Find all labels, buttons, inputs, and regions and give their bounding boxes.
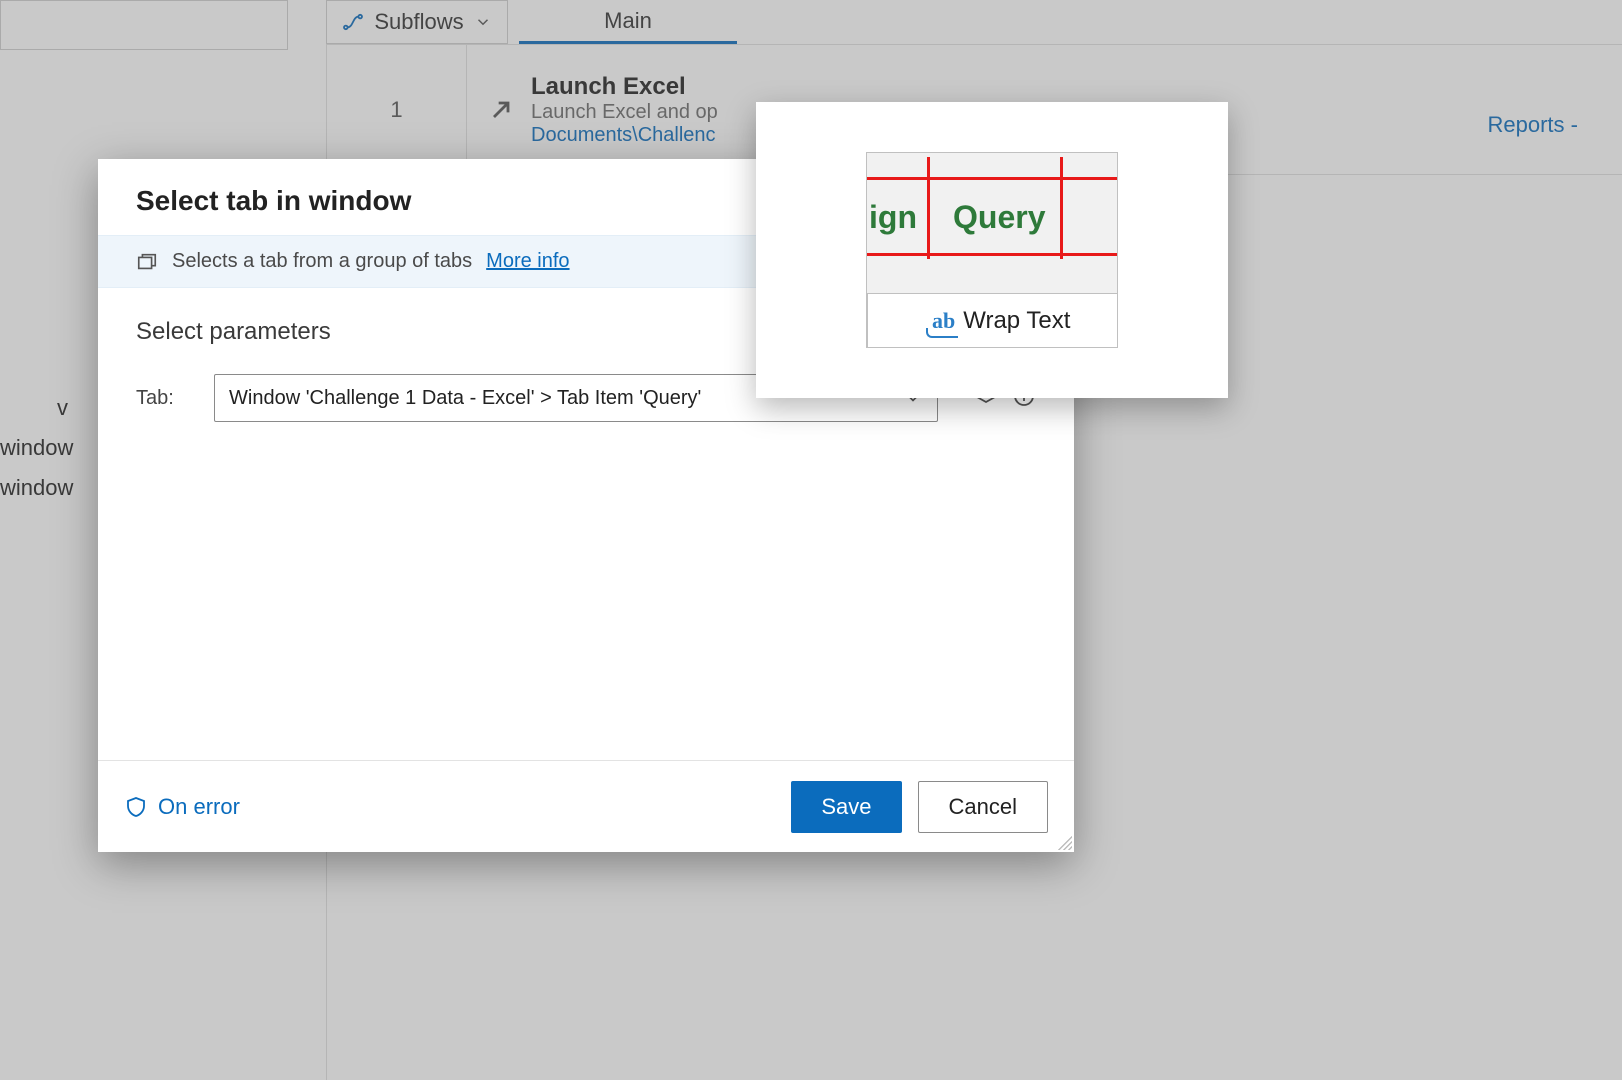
step-number: 1 bbox=[327, 45, 467, 174]
preview-text-fragment: ign bbox=[869, 199, 917, 236]
ui-element-preview-popover: ign Query ab Wrap Text bbox=[756, 102, 1228, 398]
preview-wrap-text-row: ab Wrap Text bbox=[867, 293, 1117, 347]
wrap-text-icon: ab bbox=[932, 308, 955, 334]
highlight-line bbox=[927, 157, 930, 259]
more-info-link[interactable]: More info bbox=[486, 250, 569, 273]
dialog-footer: On error Save Cancel bbox=[98, 760, 1074, 852]
tabs-icon bbox=[136, 251, 158, 273]
step-path-link[interactable]: Documents\Challenc bbox=[531, 124, 718, 147]
info-text: Selects a tab from a group of tabs bbox=[172, 250, 472, 273]
tab-label: Tab: bbox=[136, 387, 184, 410]
cancel-button-label: Cancel bbox=[949, 794, 1017, 820]
reports-link[interactable]: Reports - bbox=[1488, 112, 1578, 138]
tab-combobox-value: Window 'Challenge 1 Data - Excel' > Tab … bbox=[229, 387, 701, 410]
save-button-label: Save bbox=[821, 794, 871, 820]
resize-grip[interactable] bbox=[1054, 832, 1072, 850]
chevron-down-icon bbox=[474, 13, 492, 31]
left-cut-line: v bbox=[0, 388, 68, 428]
tab-main-label: Main bbox=[604, 8, 652, 34]
highlight-line bbox=[1060, 157, 1063, 259]
launch-arrow-icon bbox=[487, 96, 515, 124]
left-cut-line: window bbox=[0, 428, 68, 468]
subflows-icon bbox=[342, 13, 364, 31]
preview-query-tab-text: Query bbox=[953, 199, 1045, 236]
highlight-line bbox=[866, 177, 1118, 180]
wrap-text-label: Wrap Text bbox=[963, 307, 1070, 335]
on-error-label: On error bbox=[158, 794, 240, 820]
tab-main[interactable]: Main bbox=[519, 0, 737, 44]
subflows-dropdown[interactable]: Subflows bbox=[326, 0, 508, 44]
step-subtitle: Launch Excel and op bbox=[531, 101, 718, 124]
left-cut-line: window bbox=[0, 468, 68, 508]
step-title: Launch Excel bbox=[531, 73, 718, 101]
preview-thumbnail: ign Query ab Wrap Text bbox=[866, 152, 1118, 348]
save-button[interactable]: Save bbox=[791, 781, 901, 833]
on-error-button[interactable]: On error bbox=[124, 794, 240, 820]
left-pane-fragment bbox=[0, 0, 288, 50]
left-sidebar-fragment: v window window bbox=[0, 388, 68, 508]
cancel-button[interactable]: Cancel bbox=[918, 781, 1048, 833]
highlight-line bbox=[866, 253, 1118, 256]
shield-icon bbox=[124, 795, 148, 819]
subflows-label: Subflows bbox=[374, 9, 463, 35]
